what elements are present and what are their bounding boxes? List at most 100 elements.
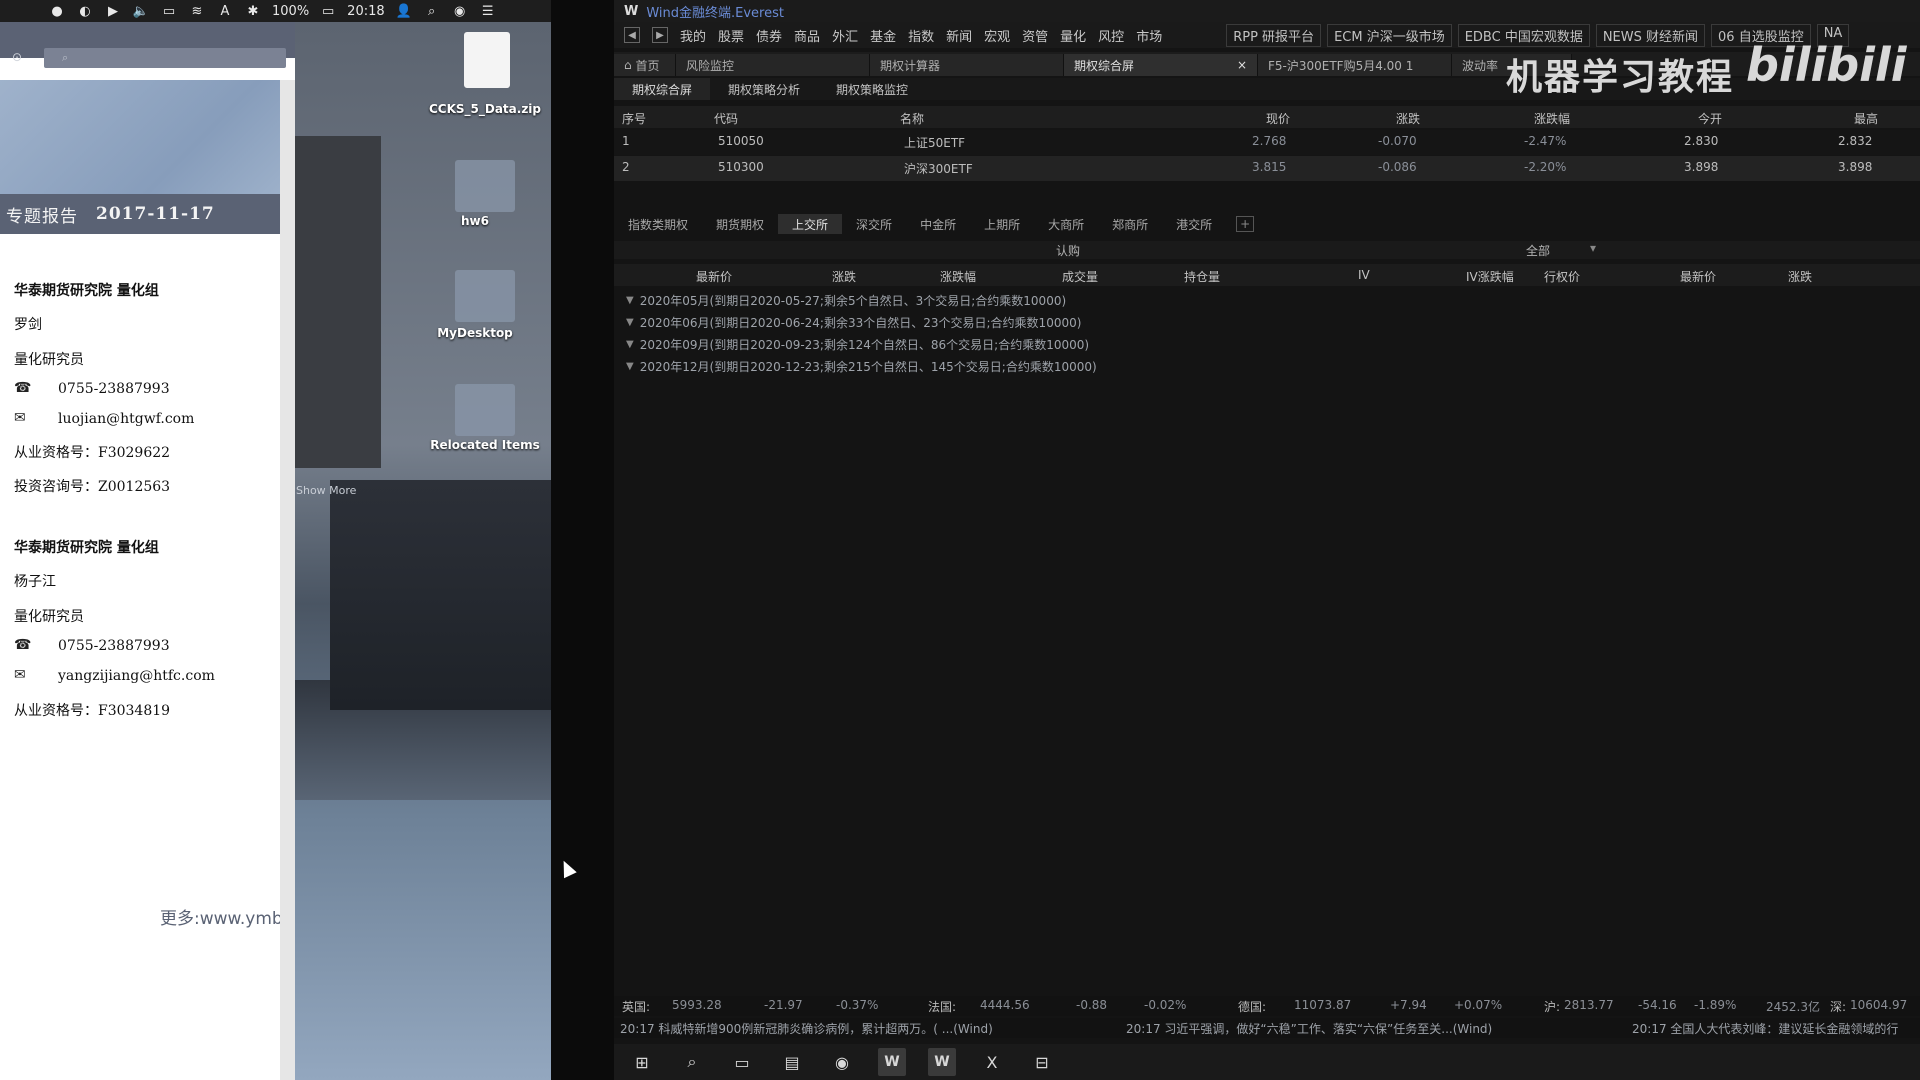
tab-option-calculator[interactable]: 期权计算器 — [870, 54, 1064, 76]
close-icon[interactable]: × — [1237, 58, 1247, 72]
chevron-down-icon[interactable]: ▾ — [1590, 241, 1596, 255]
author1-email[interactable]: luojian@htgwf.com — [58, 411, 194, 427]
user-icon[interactable]: 👤 — [395, 2, 413, 20]
show-more-link[interactable]: Show More — [296, 484, 356, 497]
folder-icon[interactable] — [455, 384, 515, 436]
table-row[interactable]: 1 510050 上证50ETF 2.768 -0.070 -2.47% 2.8… — [614, 130, 1920, 155]
desktop-icon-label[interactable]: MyDesktop — [410, 326, 540, 340]
desktop-icon-label[interactable]: Relocated Items — [420, 438, 550, 452]
menu-item[interactable]: 市场 — [1136, 26, 1162, 45]
subtab-option-screen[interactable]: 期权综合屏 — [614, 78, 711, 100]
column-header[interactable]: 序号 — [622, 110, 646, 127]
menu-item[interactable]: 外汇 — [832, 26, 858, 45]
column-header[interactable]: IV涨跌幅 — [1466, 268, 1514, 285]
column-header[interactable]: 最高 — [1854, 110, 1878, 127]
column-header[interactable]: 持仓量 — [1184, 268, 1220, 285]
app-icon-1[interactable]: ● — [48, 2, 66, 20]
exchange-tab-active[interactable]: 上交所 — [778, 214, 843, 234]
subtab-strategy-monitor[interactable]: 期权策略监控 — [818, 78, 926, 100]
exchange-tab[interactable]: 港交所 — [1162, 214, 1226, 234]
expiry-group[interactable]: ▼ 2020年09月(到期日2020-09-23;剩余124个自然日、86个交易日… — [626, 336, 1089, 353]
menu-item[interactable]: 债券 — [756, 26, 782, 45]
column-header[interactable]: 最新价 — [1680, 268, 1716, 285]
subtab-strategy-analysis[interactable]: 期权策略分析 — [710, 78, 818, 100]
exchange-tab[interactable]: 深交所 — [842, 214, 906, 234]
chrome-icon[interactable]: ◉ — [828, 1048, 856, 1076]
pdf-search-input[interactable]: ⌕ — [44, 48, 286, 68]
menu-item[interactable]: 我的 — [680, 26, 706, 45]
column-header[interactable]: 行权价 — [1544, 268, 1580, 285]
quick-link[interactable]: ECM 沪深一级市场 — [1327, 23, 1452, 47]
column-header[interactable]: 涨跌 — [1396, 110, 1420, 127]
exchange-tab[interactable]: 上期所 — [970, 214, 1034, 234]
exchange-tab[interactable]: 指数类期权 — [614, 214, 702, 234]
input-method-icon[interactable]: A — [216, 2, 234, 20]
menu-item[interactable]: 商品 — [794, 26, 820, 45]
desktop-icon-label[interactable]: CCKS_5_Data.zip — [420, 102, 550, 116]
play-icon[interactable]: ▶ — [104, 2, 122, 20]
column-header[interactable]: 代码 — [714, 110, 738, 127]
network-app-icon[interactable]: ⊟ — [1028, 1048, 1056, 1076]
file-explorer-icon[interactable]: ▤ — [778, 1048, 806, 1076]
background-window[interactable] — [295, 136, 381, 468]
desktop-icon-label[interactable]: hw6 — [410, 214, 540, 228]
task-view-icon[interactable]: ▭ — [728, 1048, 756, 1076]
tab-risk-monitor[interactable]: 风险监控 — [676, 54, 870, 76]
column-header[interactable]: 名称 — [900, 110, 924, 127]
column-header[interactable]: 最新价 — [696, 268, 732, 285]
back-icon[interactable]: ◀ — [624, 27, 640, 43]
column-header[interactable]: 今开 — [1698, 110, 1722, 127]
menu-item[interactable]: 风控 — [1098, 26, 1124, 45]
display-icon[interactable]: ▭ — [160, 2, 178, 20]
windows-start-icon[interactable]: ⊞ — [628, 1048, 656, 1076]
exchange-tab[interactable]: 期货期权 — [702, 214, 778, 234]
column-header[interactable]: 现价 — [1266, 110, 1290, 127]
search-icon[interactable]: ⌕ — [678, 1048, 706, 1076]
app-icon-2[interactable]: ◐ — [76, 2, 94, 20]
chevron-down-icon[interactable]: ▼ — [626, 317, 634, 328]
menu-item[interactable]: 指数 — [908, 26, 934, 45]
table-row[interactable]: 2 510300 沪深300ETF 3.815 -0.086 -2.20% 3.… — [614, 156, 1920, 181]
zip-file-icon[interactable] — [464, 32, 510, 88]
folder-icon[interactable] — [455, 160, 515, 212]
menu-item[interactable]: 基金 — [870, 26, 896, 45]
menu-item[interactable]: 宏观 — [984, 26, 1010, 45]
folder-icon[interactable] — [455, 270, 515, 322]
tab-option-screen[interactable]: 期权综合屏 × — [1064, 54, 1258, 76]
news-item[interactable]: 20:17 全国人大代表刘峰：建议延长金融领域的行 — [1632, 1020, 1898, 1037]
add-tab-icon[interactable]: + — [1236, 216, 1255, 232]
chevron-down-icon[interactable]: ▼ — [626, 361, 634, 372]
exchange-tab[interactable]: 郑商所 — [1098, 214, 1162, 234]
expiry-group[interactable]: ▼ 2020年05月(到期日2020-05-27;剩余5个自然日、3个交易日;合约… — [626, 292, 1066, 309]
column-header[interactable]: 涨跌 — [1788, 268, 1812, 285]
exchange-tab[interactable]: 中金所 — [906, 214, 970, 234]
quick-link[interactable]: RPP 研报平台 — [1226, 23, 1322, 47]
spotlight-icon[interactable]: ⌕ — [423, 2, 441, 20]
forward-icon[interactable]: ▶ — [652, 27, 668, 43]
expiry-group[interactable]: ▼ 2020年12月(到期日2020-12-23;剩余215个自然日、145个交易… — [626, 358, 1097, 375]
column-header[interactable]: 涨跌幅 — [1534, 110, 1570, 127]
chevron-down-icon[interactable]: ▼ — [626, 295, 634, 306]
expiry-group[interactable]: ▼ 2020年06月(到期日2020-06-24;剩余33个自然日、23个交易日;… — [626, 314, 1081, 331]
filter-select[interactable]: 全部 — [1526, 242, 1550, 259]
menu-item[interactable]: 量化 — [1060, 26, 1086, 45]
quick-link[interactable]: NEWS 财经新闻 — [1595, 23, 1706, 47]
siri-icon[interactable]: ◉ — [451, 2, 469, 20]
volume-icon[interactable]: 🔈 — [132, 2, 150, 20]
chevron-down-icon[interactable]: ▼ — [626, 339, 634, 350]
column-header[interactable]: 涨跌 — [832, 268, 856, 285]
column-header[interactable]: 成交量 — [1062, 268, 1098, 285]
news-item[interactable]: 20:17 科威特新增900例新冠肺炎确诊病例，累计超两万。( ...(Wind… — [620, 1020, 993, 1037]
tab-home[interactable]: ⌂ 首页 — [614, 54, 676, 76]
excel-app-icon[interactable]: X — [978, 1048, 1006, 1076]
menu-item[interactable]: 资管 — [1022, 26, 1048, 45]
exchange-tab[interactable]: 大商所 — [1034, 214, 1098, 234]
pdf-sidebar-icon[interactable]: ⊙ — [12, 50, 32, 66]
author2-email[interactable]: yangzijiang@htfc.com — [58, 668, 215, 684]
menu-item[interactable]: 股票 — [718, 26, 744, 45]
column-header[interactable]: 涨跌幅 — [940, 268, 976, 285]
battery-percent[interactable]: 100% — [272, 4, 309, 19]
pdf-scrollbar[interactable] — [280, 80, 295, 1080]
wind-app-icon[interactable]: W — [878, 1048, 906, 1076]
news-item[interactable]: 20:17 习近平强调，做好“六稳”工作、落实“六保”任务至关...(Wind) — [1126, 1020, 1492, 1037]
